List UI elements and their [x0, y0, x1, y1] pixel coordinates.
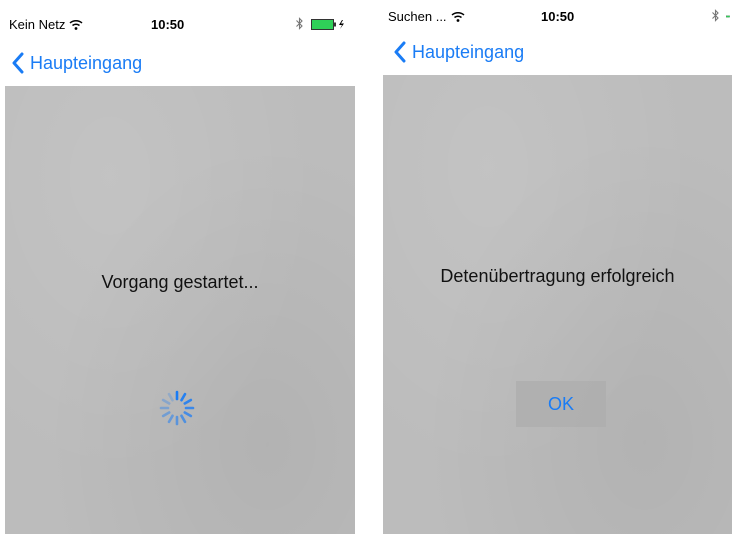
battery-icon	[726, 15, 730, 18]
navigation-bar: Haupteingang	[383, 32, 732, 72]
battery-icon	[311, 19, 344, 30]
bluetooth-icon	[712, 9, 719, 22]
back-button[interactable]: Haupteingang	[11, 50, 142, 76]
spinner-icon	[159, 390, 195, 426]
content-area: Detenübertragung erfolgreich OK	[383, 75, 732, 534]
carrier-label: Kein Netz	[9, 17, 66, 32]
back-label: Haupteingang	[412, 41, 525, 62]
carrier-status: Suchen ...	[388, 9, 465, 24]
status-time: 10:50	[151, 17, 185, 32]
bluetooth-icon	[296, 17, 303, 30]
wifi-icon	[451, 11, 465, 22]
chevron-left-icon	[394, 41, 406, 63]
status-bar: Suchen ... 10:50	[383, 0, 732, 34]
status-message: Vorgang gestartet...	[101, 272, 259, 292]
chevron-left-icon	[12, 52, 24, 74]
phone-screen-loading: Kein Netz 10:50 Haupteingang Vorgang ges…	[5, 0, 355, 534]
status-time: 10:50	[541, 9, 575, 24]
carrier-label: Suchen ...	[388, 9, 447, 24]
back-button[interactable]: Haupteingang	[393, 39, 524, 65]
back-label: Haupteingang	[30, 52, 143, 73]
status-bar: Kein Netz 10:50	[5, 0, 355, 34]
carrier-status: Kein Netz	[9, 17, 83, 32]
navigation-bar: Haupteingang	[5, 42, 355, 82]
status-message: Detenübertragung erfolgreich	[440, 266, 675, 286]
content-area: Vorgang gestartet...	[5, 86, 355, 534]
ok-button[interactable]: OK	[516, 381, 606, 427]
phone-screen-success: Suchen ... 10:50 Haupteingang Detenübert…	[383, 0, 732, 534]
wifi-icon	[69, 19, 83, 30]
